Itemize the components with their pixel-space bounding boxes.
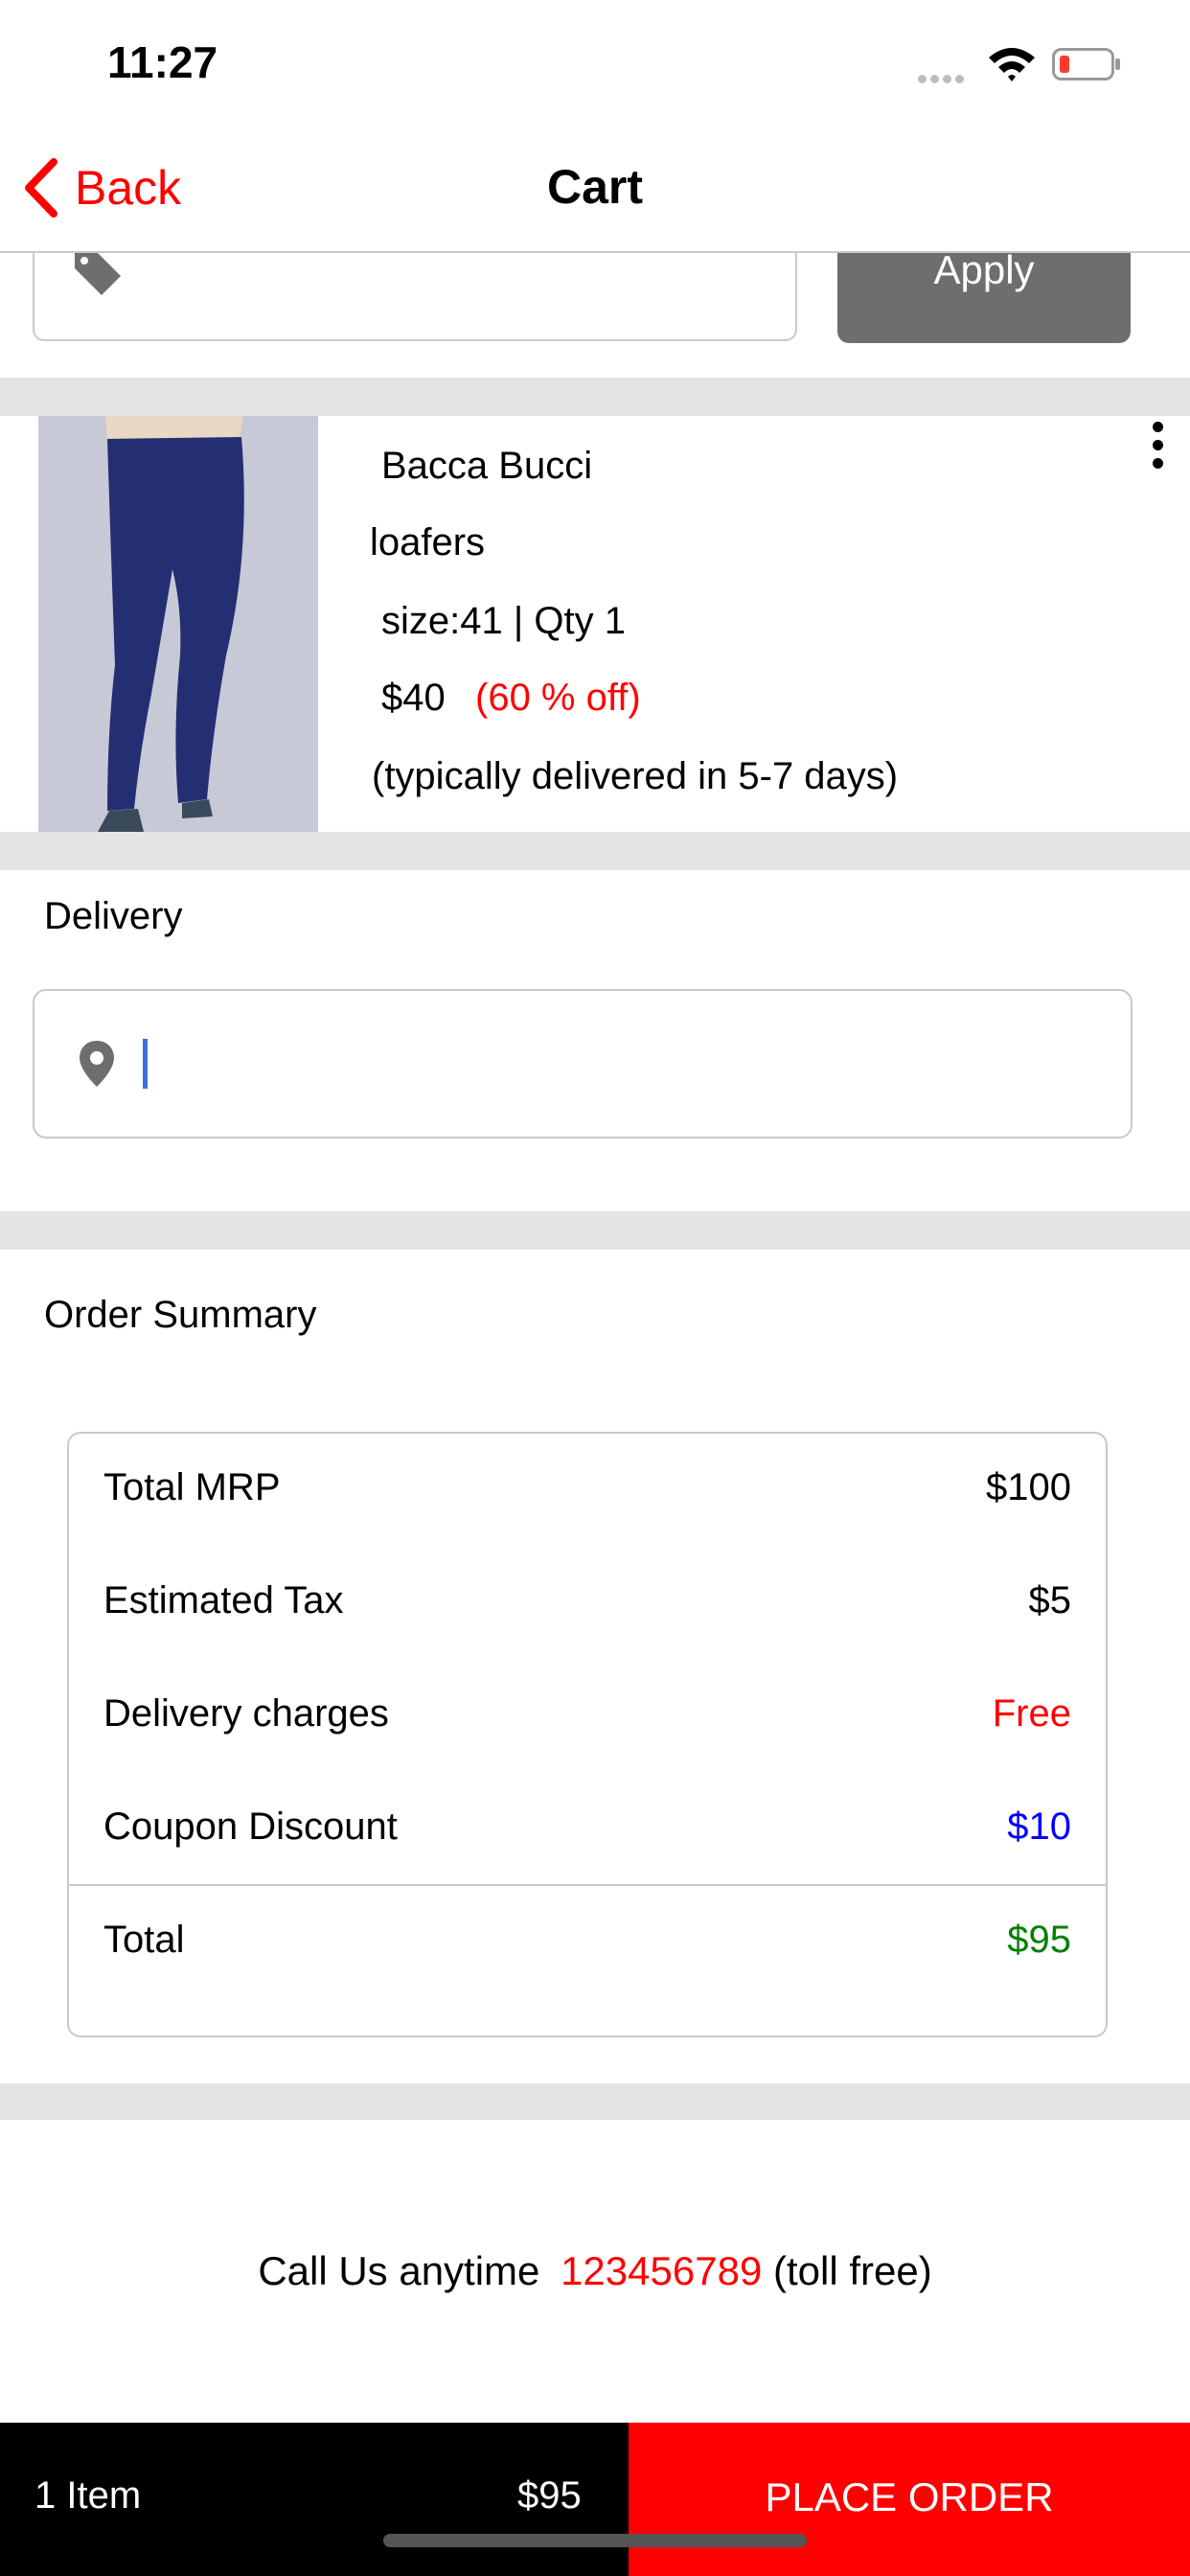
home-indicator[interactable] <box>383 2534 807 2547</box>
product-name: loafers <box>370 521 486 564</box>
summary-divider <box>69 1884 1106 1886</box>
battery-icon <box>1052 48 1120 80</box>
product-size-qty: size:41 | Qty 1 <box>381 600 626 642</box>
product-delivery-note: (typically delivered in 5-7 days) <box>372 755 899 797</box>
summary-row-label: Total MRP <box>103 1466 281 1508</box>
text-cursor <box>143 1039 148 1089</box>
summary-row-value: $10 <box>1007 1806 1071 1848</box>
summary-row-label: Delivery charges <box>103 1692 389 1735</box>
product-discount: (60 % off) <box>475 677 641 719</box>
summary-total-label: Total <box>103 1919 185 1961</box>
section-separator <box>0 2083 1190 2120</box>
summary-row-value: Free <box>992 1692 1071 1735</box>
call-us-line: Call Us anytime 123456789 (toll free) <box>0 2248 1190 2294</box>
item-count: 1 Item <box>34 2474 142 2517</box>
bottom-total: $95 <box>517 2474 582 2517</box>
page-title: Cart <box>546 160 644 214</box>
cellular-signal-icon <box>918 71 973 83</box>
delivery-label: Delivery <box>44 895 183 937</box>
nav-divider <box>0 251 1190 253</box>
more-options-icon[interactable] <box>1146 422 1169 473</box>
call-us-prefix: Call Us anytime <box>258 2248 540 2293</box>
delivery-address-input[interactable] <box>33 989 1133 1138</box>
phone-number-link[interactable]: 123456789 <box>561 2248 762 2293</box>
toll-free-label: (toll free) <box>772 2248 932 2293</box>
section-separator <box>0 832 1190 870</box>
section-separator <box>0 1211 1190 1250</box>
location-pin-icon <box>80 1041 114 1087</box>
product-photo-leggings <box>38 416 318 832</box>
apply-button-label: Apply <box>933 247 1035 292</box>
summary-row-label: Estimated Tax <box>103 1579 344 1622</box>
section-separator <box>0 378 1190 416</box>
place-order-label: PLACE ORDER <box>765 2474 1054 2519</box>
summary-total-value: $95 <box>1007 1919 1071 1961</box>
wifi-icon <box>989 48 1035 81</box>
summary-row-value: $5 <box>1028 1579 1072 1622</box>
tag-icon <box>75 251 121 295</box>
summary-row-value: $100 <box>986 1466 1071 1508</box>
summary-row-label: Coupon Discount <box>103 1806 398 1848</box>
order-summary-heading: Order Summary <box>44 1294 317 1336</box>
status-time: 11:27 <box>107 37 218 87</box>
product-brand: Bacca Bucci <box>381 445 593 487</box>
product-price: $40 <box>381 677 446 719</box>
product-image[interactable] <box>38 416 318 832</box>
